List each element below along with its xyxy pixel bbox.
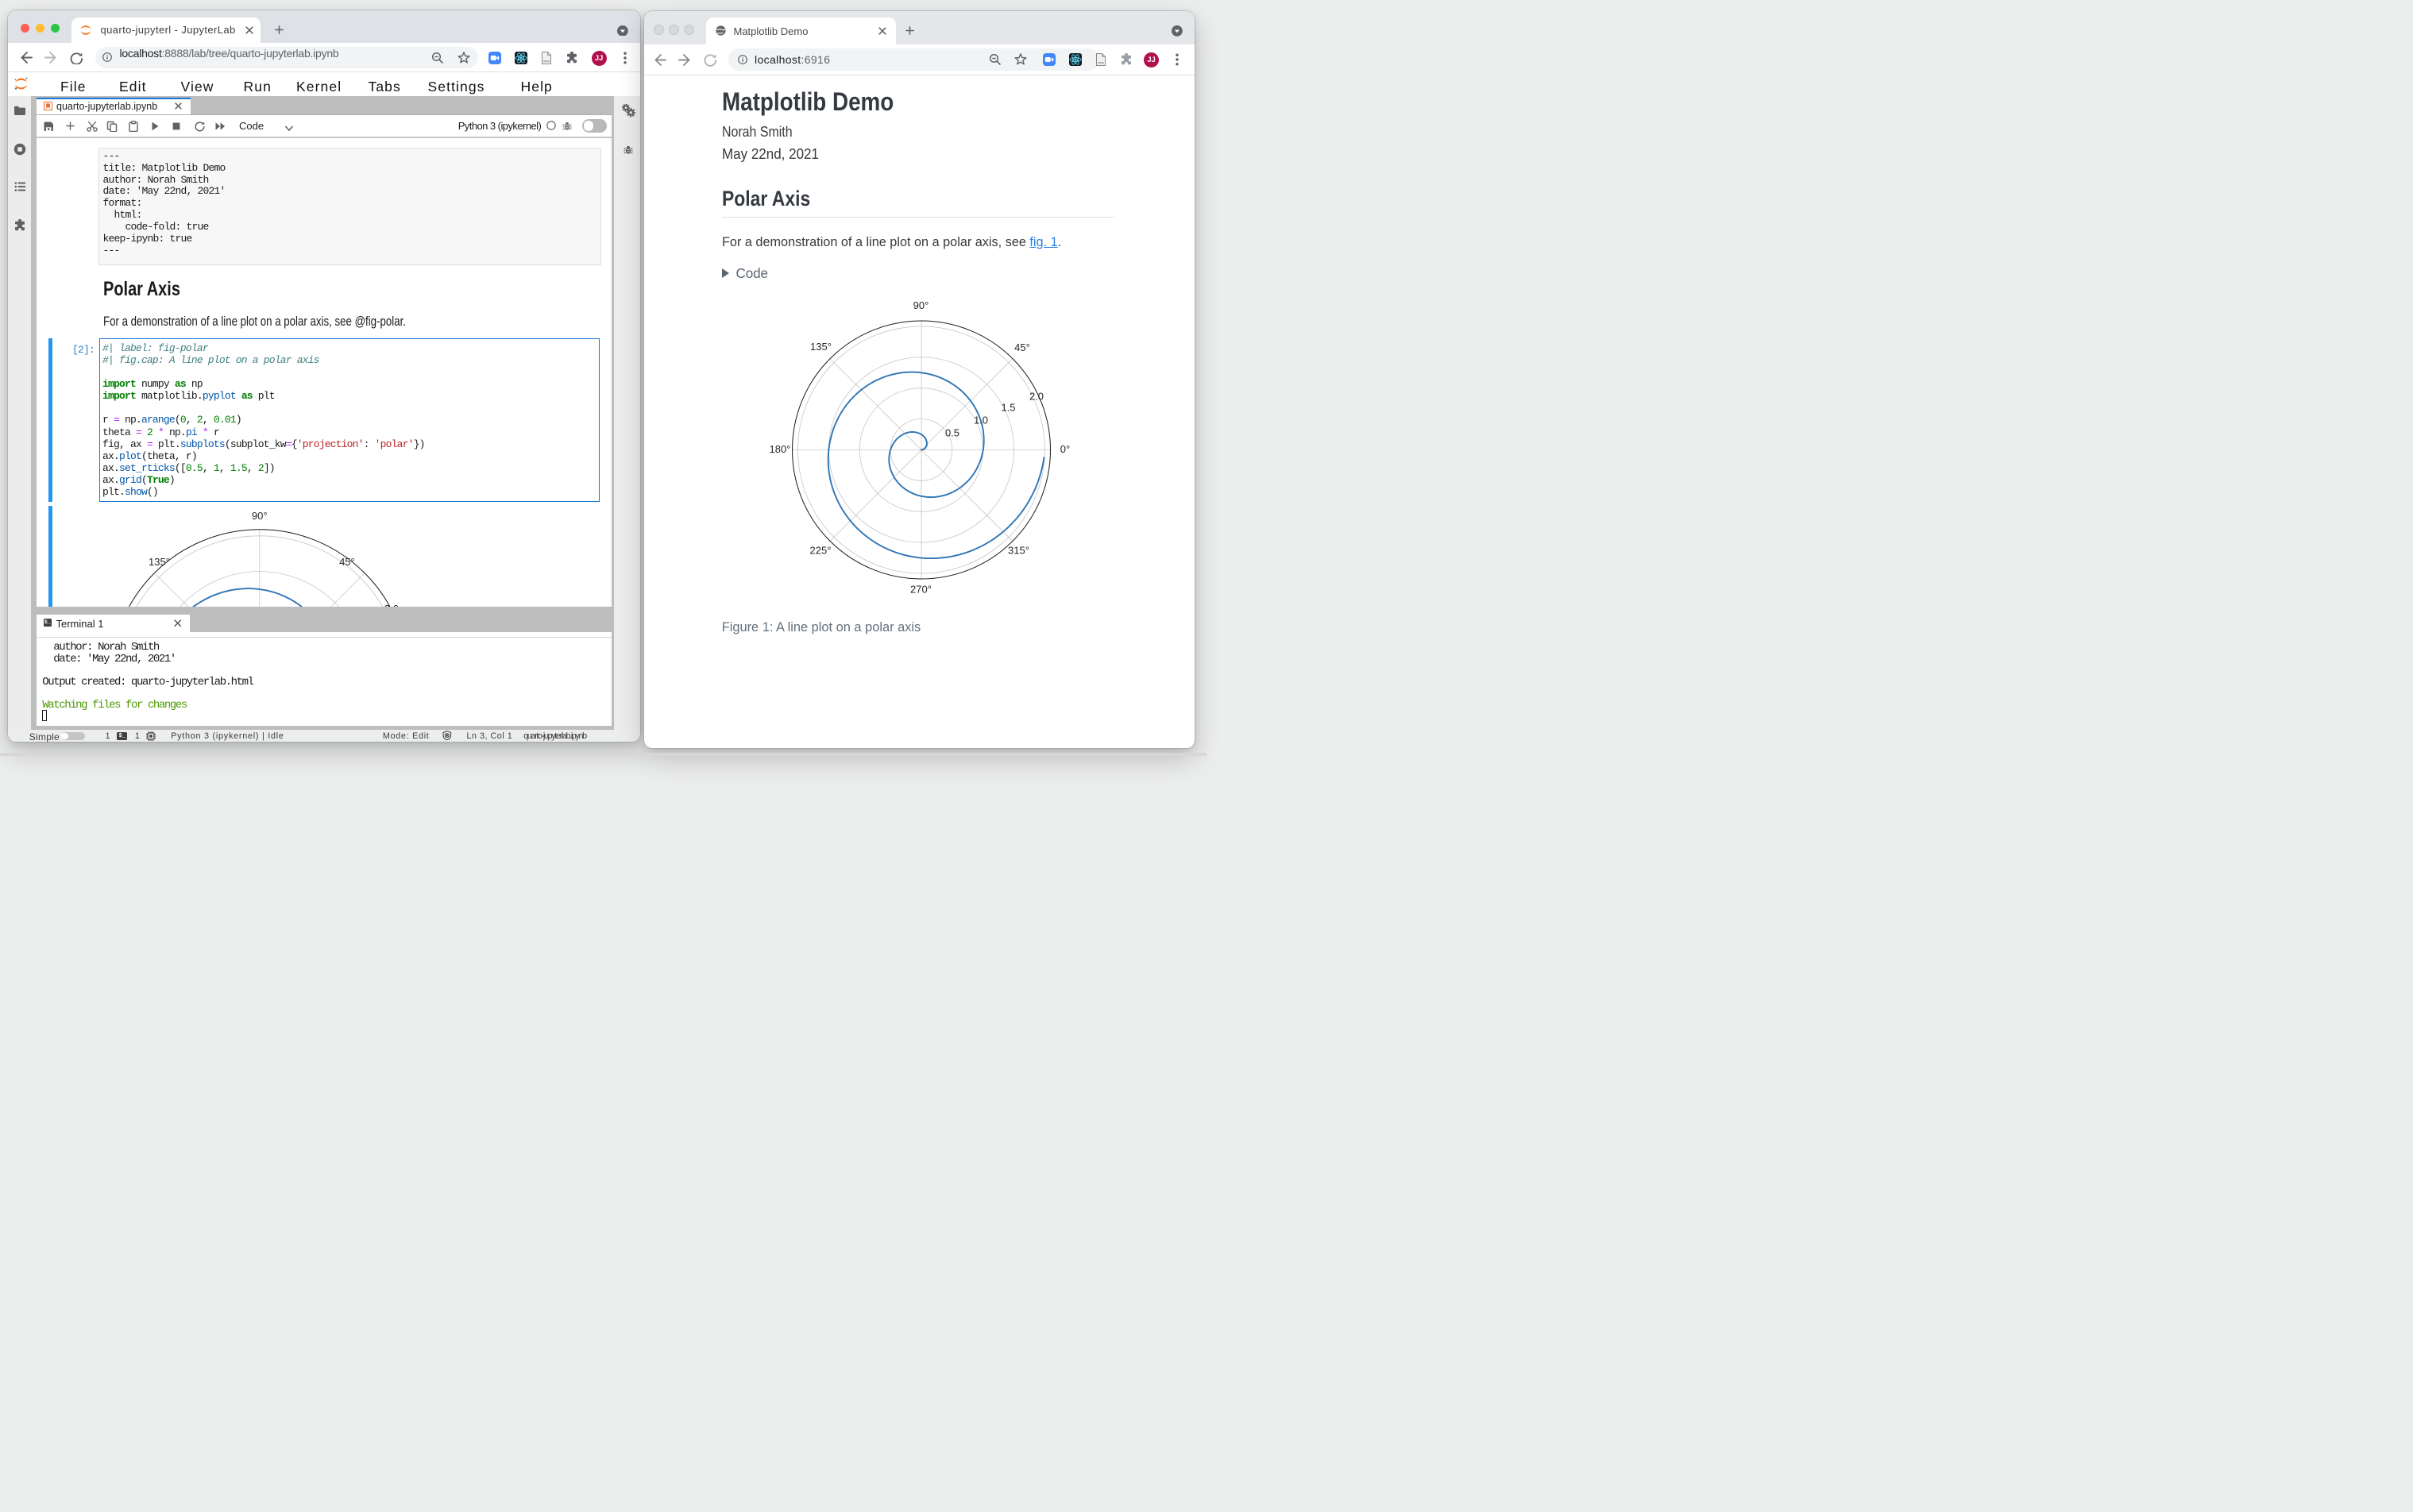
svg-text:1.0: 1.0 [974,415,988,426]
svg-text:0.5: 0.5 [945,427,959,439]
svg-text:0°: 0° [1060,443,1070,455]
svg-text:90°: 90° [913,299,929,311]
svg-text:135°: 135° [810,341,832,353]
svg-text:225°: 225° [810,545,832,557]
svg-text:270°: 270° [910,584,932,596]
svg-text:45°: 45° [1014,341,1030,353]
svg-text:2.0: 2.0 [1029,391,1044,403]
svg-text:1.5: 1.5 [1001,402,1015,414]
svg-text:315°: 315° [1008,545,1029,557]
svg-text:180°: 180° [770,443,791,455]
